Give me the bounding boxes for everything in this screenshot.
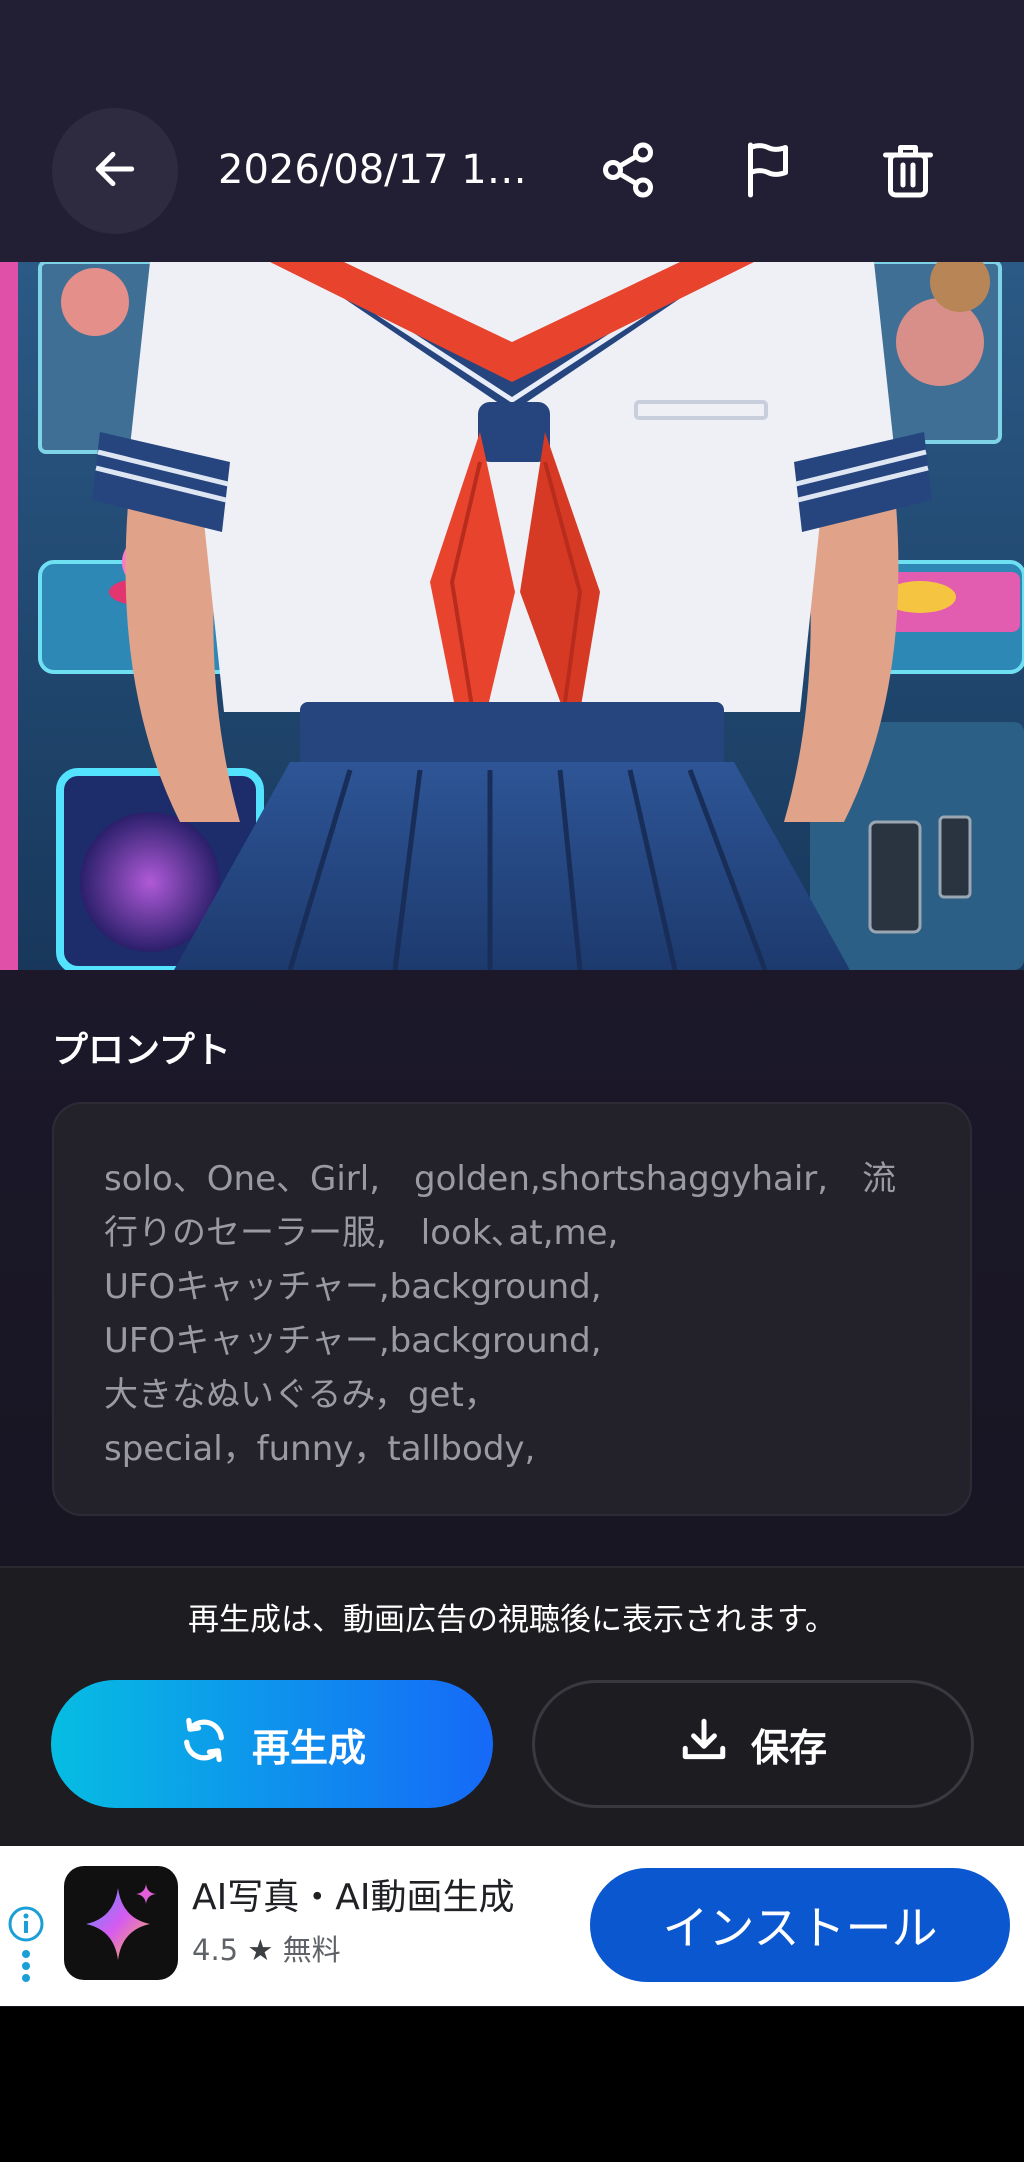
refresh-icon [178, 1714, 230, 1775]
ad-app-icon[interactable] [64, 1866, 178, 1980]
top-app-bar: 2026/08/17 16:… [0, 0, 1024, 262]
prompt-heading: プロンプト [52, 1030, 231, 1071]
trash-icon [878, 140, 938, 204]
regenerate-button[interactable]: 再生成 [51, 1680, 493, 1808]
arrow-left-icon [90, 144, 140, 198]
regenerate-label: 再生成 [251, 1725, 366, 1770]
save-label: 保存 [750, 1725, 827, 1770]
ad-rating: 4.5 ★ 無料 [192, 1930, 341, 1970]
save-button[interactable]: 保存 [532, 1680, 974, 1808]
ad-app-name: AI写真・AI動画生成 [192, 1877, 515, 1918]
ad-info-button[interactable] [4, 1906, 48, 1986]
report-button[interactable] [728, 132, 808, 212]
page-title: 2026/08/17 16:… [218, 147, 538, 193]
star-icon: ★ [247, 1933, 274, 1967]
regenerate-notice: 再生成は、動画広告の視聴後に表示されます。 [188, 1602, 836, 1638]
info-icon [4, 1906, 48, 1990]
sparkle-icon [76, 1876, 166, 1970]
prompt-text[interactable]: solo、One、Girl, golden,shortshaggyhair, 流… [104, 1152, 920, 1476]
rating-value: 4.5 [192, 1933, 239, 1967]
ad-price: 無料 [282, 1933, 341, 1967]
app-screen: 2026/08/17 16:… プロンプト solo、One、Girl, gol… [0, 0, 1024, 2007]
share-button[interactable] [588, 132, 668, 212]
share-icon [598, 140, 658, 204]
back-button[interactable] [52, 108, 178, 234]
generated-image[interactable] [0, 262, 1024, 970]
prompt-card: solo、One、Girl, golden,shortshaggyhair, 流… [52, 1102, 972, 1516]
delete-button[interactable] [868, 132, 948, 212]
flag-icon [738, 140, 798, 204]
artwork-illustration [0, 262, 1024, 970]
download-icon [679, 1715, 729, 1774]
install-button[interactable]: インストール [590, 1868, 1010, 1982]
ad-banner[interactable]: AI写真・AI動画生成 4.5 ★ 無料 インストール [0, 1846, 1024, 2006]
